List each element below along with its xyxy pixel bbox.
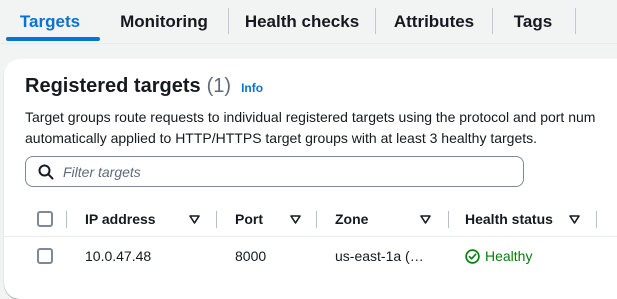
tabs-underline bbox=[0, 43, 617, 44]
column-header-health-status[interactable]: Health status bbox=[465, 201, 615, 237]
column-label: Health status bbox=[465, 211, 553, 227]
tab-targets[interactable]: Targets bbox=[0, 0, 100, 44]
column-divider bbox=[596, 211, 597, 228]
column-divider bbox=[66, 211, 67, 228]
sort-icon[interactable] bbox=[189, 215, 200, 224]
health-status-label: Healthy bbox=[485, 248, 533, 264]
column-label: Zone bbox=[335, 211, 369, 227]
select-all-checkbox[interactable] bbox=[37, 211, 53, 227]
cell-ip-address: 10.0.47.48 bbox=[85, 248, 152, 264]
tab-health-checks[interactable]: Health checks bbox=[229, 0, 375, 44]
cell-health-status: Healthy bbox=[465, 237, 532, 275]
column-header-zone[interactable]: Zone bbox=[335, 201, 465, 237]
description-line: automatically applied to HTTP/HTTPS targ… bbox=[25, 130, 538, 146]
row-select-checkbox[interactable] bbox=[37, 248, 53, 264]
column-header-ip-address[interactable]: IP address bbox=[85, 201, 225, 237]
tab-bar: Targets Monitoring Health checks Attribu… bbox=[0, 0, 617, 44]
filter-search-box[interactable] bbox=[25, 156, 524, 187]
description-line: Target groups route requests to individu… bbox=[25, 109, 596, 125]
table-header: IP address Port Zone Health status bbox=[4, 201, 617, 237]
check-circle-icon bbox=[465, 248, 480, 264]
info-link[interactable]: Info bbox=[241, 81, 263, 95]
sort-icon[interactable] bbox=[569, 215, 580, 224]
panel-description: Target groups route requests to individu… bbox=[25, 107, 617, 149]
column-divider bbox=[448, 211, 449, 228]
tab-divider bbox=[575, 8, 576, 34]
panel-title: Registered targets bbox=[25, 75, 201, 97]
cell-port: 8000 bbox=[235, 248, 267, 264]
column-divider bbox=[316, 211, 317, 228]
column-header-port[interactable]: Port bbox=[235, 201, 325, 237]
sort-icon[interactable] bbox=[420, 215, 431, 224]
tab-tags[interactable]: Tags bbox=[493, 0, 573, 44]
sort-icon[interactable] bbox=[290, 215, 301, 224]
tab-monitoring[interactable]: Monitoring bbox=[100, 0, 228, 44]
filter-targets-input[interactable] bbox=[63, 163, 503, 180]
column-label: Port bbox=[235, 211, 263, 227]
column-label: IP address bbox=[85, 211, 156, 227]
target-count: (1) bbox=[206, 75, 232, 97]
table-row[interactable]: 10.0.47.48 8000 us-east-1a (… Healthy bbox=[4, 237, 617, 275]
registered-targets-panel: Registered targets (1) Info Target group… bbox=[4, 59, 617, 299]
panel-header: Registered targets (1) Info bbox=[25, 75, 263, 98]
search-icon bbox=[38, 164, 54, 179]
tab-attributes[interactable]: Attributes bbox=[376, 0, 492, 44]
column-divider bbox=[216, 211, 217, 228]
cell-zone: us-east-1a (… bbox=[335, 248, 424, 264]
